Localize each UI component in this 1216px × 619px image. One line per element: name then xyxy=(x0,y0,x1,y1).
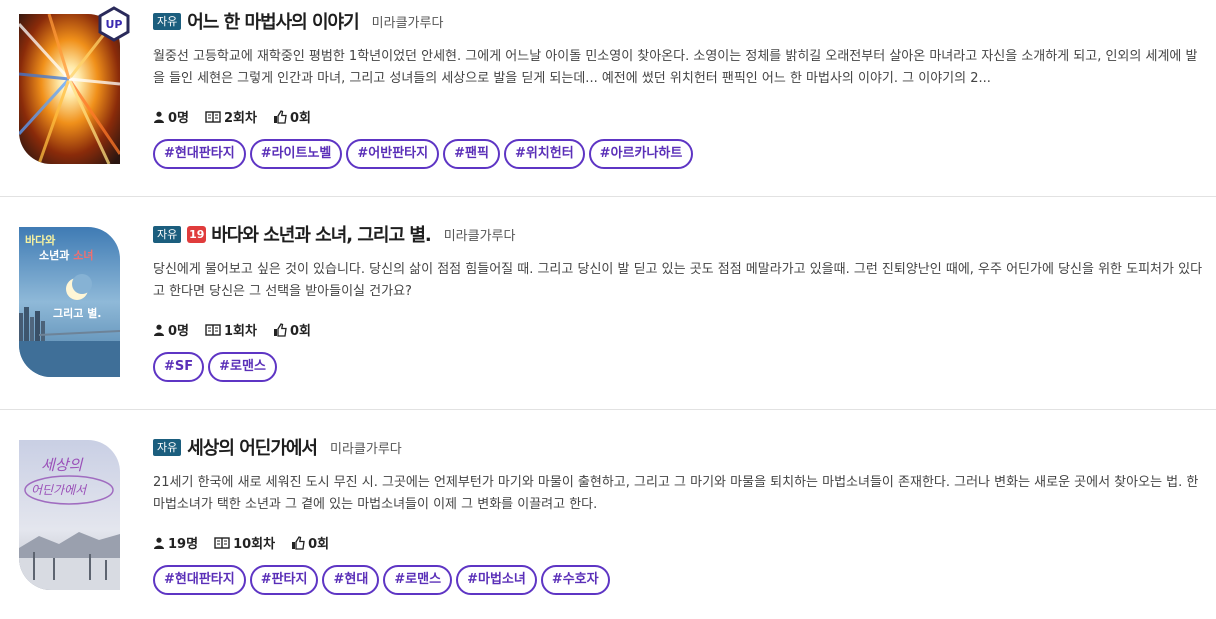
novel-info: 자유 세상의 어딘가에서 미라클가루다 21세기 한국에 새로 세워진 도시 무… xyxy=(153,434,1208,595)
thumbs-up-icon xyxy=(292,535,305,550)
readers-stat: 0명 xyxy=(153,107,189,126)
novel-item: 세상의 어딘가에서 자유 세상의 어딘가에서 미라클가루다 21세기 한국에 새… xyxy=(0,410,1216,619)
novel-cover[interactable]: 세상의 어딘가에서 xyxy=(19,440,120,590)
novel-author[interactable]: 미라클가루다 xyxy=(372,12,444,31)
novel-title[interactable]: 어느 한 마법사의 이야기 xyxy=(187,8,359,34)
likes-count: 0회 xyxy=(289,324,311,339)
novel-title[interactable]: 세상의 어딘가에서 xyxy=(187,434,318,460)
title-row: 자유 세상의 어딘가에서 미라클가루다 xyxy=(153,434,1208,460)
episodes-count: 2회차 xyxy=(224,111,257,126)
readers-stat: 19명 xyxy=(153,533,198,552)
person-icon xyxy=(154,111,164,123)
episodes-stat: 2회차 xyxy=(205,107,257,126)
episodes-stat: 10회차 xyxy=(214,533,275,552)
readers-count: 0명 xyxy=(168,324,190,339)
hashtag[interactable]: #현대 xyxy=(322,565,380,595)
hashtag[interactable]: #로맨스 xyxy=(383,565,453,595)
free-badge: 자유 xyxy=(153,438,182,456)
novel-list: UP 자유 어느 한 마법사의 이야기 미라클가루다 월중선 고등학교에 재학중… xyxy=(0,0,1216,619)
up-badge-label: UP xyxy=(106,18,123,31)
cover-title-1: 세상의 xyxy=(41,456,84,474)
hashtag[interactable]: #현대판타지 xyxy=(153,139,246,169)
novel-author[interactable]: 미라클가루다 xyxy=(330,438,402,457)
readers-stat: 0명 xyxy=(153,320,189,339)
novel-description[interactable]: 당신에게 물어보고 싶은 것이 있습니다. 당신의 삶이 점점 힘들어질 때. … xyxy=(153,259,1208,303)
age-19-badge: 19 xyxy=(187,225,207,243)
thumbs-up-icon xyxy=(273,109,287,124)
hashtag[interactable]: #어반판타지 xyxy=(346,139,440,169)
likes-count: 0회 xyxy=(308,537,330,552)
book-icon xyxy=(205,110,221,123)
tag-list: #현대판타지 #라이트노벨 #어반판타지 #팬픽 #위치헌터 #아르카나하트 xyxy=(153,139,1208,169)
title-row: 자유 19 바다와 소년과 소녀, 그리고 별. 미라클가루다 xyxy=(153,221,1208,247)
hashtag[interactable]: #판타지 xyxy=(249,565,319,595)
hashtag[interactable]: #아르카나하트 xyxy=(588,139,694,169)
cover-title-3: 그리고 별. xyxy=(53,306,102,320)
novel-stats: 19명 10회차 0회 xyxy=(153,533,1208,552)
free-badge: 자유 xyxy=(153,12,182,30)
book-icon xyxy=(205,323,221,336)
likes-stat: 0회 xyxy=(273,107,311,126)
likes-count: 0회 xyxy=(289,111,311,126)
cover-title-2b: 소녀 xyxy=(73,248,93,262)
hashtag[interactable]: #팬픽 xyxy=(443,139,500,169)
novel-title[interactable]: 바다와 소년과 소녀, 그리고 별. xyxy=(211,221,431,247)
novel-item: 바다와 소년과 소녀 그리고 별. 자유 19 바다와 소년과 소녀, 그리고 … xyxy=(0,197,1216,410)
hashtag[interactable]: #현대판타지 xyxy=(153,565,246,595)
person-icon xyxy=(154,324,164,336)
thumbs-up-icon xyxy=(273,322,287,337)
hashtag[interactable]: #SF xyxy=(153,352,205,382)
hashtag[interactable]: #라이트노벨 xyxy=(249,139,343,169)
free-badge: 자유 xyxy=(153,225,182,243)
tag-list: #SF #로맨스 xyxy=(153,352,1208,382)
hashtag[interactable]: #마법소녀 xyxy=(456,565,537,595)
novel-author[interactable]: 미라클가루다 xyxy=(444,225,516,244)
svg-text:소년과 소녀: 소년과 소녀 xyxy=(39,248,93,262)
person-icon xyxy=(154,537,164,549)
novel-description[interactable]: 월중선 고등학교에 재학중인 평범한 1학년이었던 안세현. 그에게 어느날 아… xyxy=(153,46,1208,90)
likes-stat: 0회 xyxy=(291,533,329,552)
novel-stats: 0명 1회차 0회 xyxy=(153,320,1208,339)
episodes-stat: 1회차 xyxy=(205,320,257,339)
tag-list: #현대판타지 #판타지 #현대 #로맨스 #마법소녀 #수호자 xyxy=(153,565,1208,595)
book-icon xyxy=(214,536,230,549)
hashtag[interactable]: #로맨스 xyxy=(208,352,277,382)
cover-title-2: 어딘가에서 xyxy=(31,483,88,497)
cover-title-2a: 소년과 xyxy=(39,248,73,262)
up-hexagon-icon: UP xyxy=(97,6,131,42)
novel-info: 자유 19 바다와 소년과 소녀, 그리고 별. 미라클가루다 당신에게 물어보… xyxy=(153,221,1208,382)
novel-cover[interactable]: 바다와 소년과 소녀 그리고 별. xyxy=(19,227,120,377)
novel-info: 자유 어느 한 마법사의 이야기 미라클가루다 월중선 고등학교에 재학중인 평… xyxy=(153,8,1208,169)
novel-description[interactable]: 21세기 한국에 새로 세워진 도시 무진 시. 그곳에는 언제부턴가 마기와 … xyxy=(153,472,1208,516)
readers-count: 0명 xyxy=(168,111,190,126)
readers-count: 19명 xyxy=(168,537,199,552)
novel-stats: 0명 2회차 0회 xyxy=(153,107,1208,126)
likes-stat: 0회 xyxy=(273,320,311,339)
episodes-count: 1회차 xyxy=(224,324,257,339)
hashtag[interactable]: #위치헌터 xyxy=(503,139,585,169)
hashtag[interactable]: #수호자 xyxy=(540,565,610,595)
novel-item: UP 자유 어느 한 마법사의 이야기 미라클가루다 월중선 고등학교에 재학중… xyxy=(0,0,1216,197)
cover-title-1: 바다와 xyxy=(25,233,55,247)
episodes-count: 10회차 xyxy=(233,537,276,552)
title-row: 자유 어느 한 마법사의 이야기 미라클가루다 xyxy=(153,8,1208,34)
